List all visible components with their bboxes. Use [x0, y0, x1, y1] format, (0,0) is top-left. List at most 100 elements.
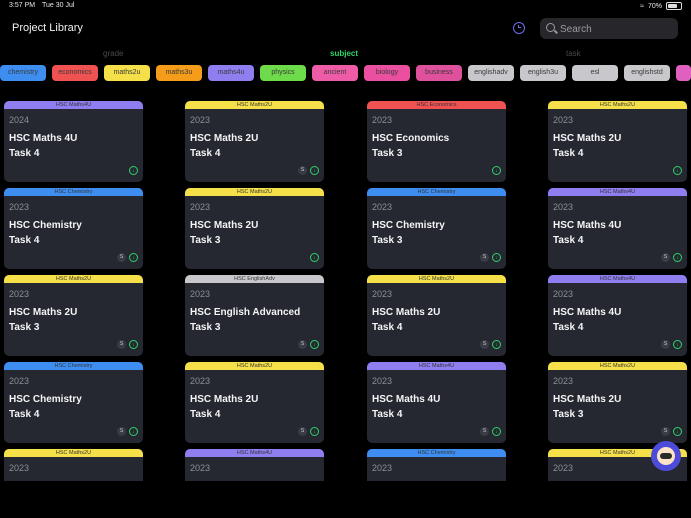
battery-icon: [666, 2, 682, 10]
subject-tag: HSC Maths2U: [548, 101, 687, 109]
shared-s-icon[interactable]: S: [480, 253, 489, 262]
card-task-name: Task 4: [9, 148, 40, 159]
card-title: HSC Maths 2U Task 3: [553, 392, 621, 422]
chip-maths4u[interactable]: maths4u: [208, 65, 254, 81]
card-year: 2023: [372, 376, 393, 386]
card-year: 2023: [9, 289, 30, 299]
shared-s-icon[interactable]: S: [298, 427, 307, 436]
chip-economics[interactable]: economics: [52, 65, 98, 81]
project-card[interactable]: HSC Maths2U 2023 HSC Maths 2U Task 3 S ↓: [4, 275, 143, 356]
shared-s-icon[interactable]: S: [298, 166, 307, 175]
card-subject-name: HSC Economics: [372, 133, 450, 144]
download-icon[interactable]: ↓: [310, 427, 319, 436]
project-card[interactable]: HSC Chemistry 2023 HSC Chemistry Task 3 S ↓: [367, 188, 506, 269]
bottom-area: [0, 481, 691, 518]
download-icon[interactable]: ↓: [310, 166, 319, 175]
chip-esl[interactable]: esl: [572, 65, 618, 81]
shared-s-icon[interactable]: S: [298, 340, 307, 349]
project-card[interactable]: HSC Maths4U 2024 HSC Maths 4U Task 4 ↓: [4, 101, 143, 182]
project-card[interactable]: HSC Maths2U 2023 HSC Maths 2U Task 3 ↓: [185, 188, 324, 269]
project-card[interactable]: HSC Maths2U 2023 HSC Maths 2U Task 3 S ↓: [548, 362, 687, 443]
battery-percent: 70%: [647, 2, 662, 10]
download-icon[interactable]: ↓: [310, 340, 319, 349]
project-card[interactable]: HSC Economics 2023 HSC Economics Task 3 ↓: [367, 101, 506, 182]
download-icon[interactable]: ↓: [129, 340, 138, 349]
subject-tag: HSC Chemistry: [367, 188, 506, 196]
card-title: HSC Maths 4U Task 4: [553, 218, 621, 248]
project-card[interactable]: HSC Chemistry 2023: [367, 449, 506, 481]
download-icon[interactable]: ↓: [310, 253, 319, 262]
card-year: 2024: [9, 115, 30, 125]
card-task-name: Task 4: [190, 409, 221, 420]
chip-physics[interactable]: physics: [260, 65, 306, 81]
project-card[interactable]: HSC Maths2U 2023 HSC Maths 2U Task 4 S ↓: [367, 275, 506, 356]
profile-avatar[interactable]: [651, 441, 681, 471]
chip-englishstd[interactable]: englishstd: [624, 65, 670, 81]
project-card[interactable]: HSC EnglishAdv 2023 HSC English Advanced Ta…: [185, 275, 324, 356]
chip-englishadv[interactable]: englishadv: [468, 65, 514, 81]
shared-s-icon[interactable]: S: [661, 340, 670, 349]
card-year: 2023: [190, 115, 211, 125]
card-title: HSC Maths 2U Task 4: [190, 131, 258, 161]
project-card[interactable]: HSC Maths4U 2023: [185, 449, 324, 481]
download-icon[interactable]: ↓: [673, 166, 682, 175]
download-icon[interactable]: ↓: [129, 427, 138, 436]
download-icon[interactable]: ↓: [129, 253, 138, 262]
segment-subject[interactable]: subject: [330, 49, 358, 58]
card-year: 2023: [372, 115, 393, 125]
chip-maths3u[interactable]: maths3u: [156, 65, 202, 81]
project-card[interactable]: HSC Chemistry 2023 HSC Chemistry Task 4 S ↓: [4, 362, 143, 443]
chip-ancient[interactable]: ancient: [312, 65, 358, 81]
project-card[interactable]: HSC Maths2U 2023 HSC Maths 2U Task 4 ↓: [548, 101, 687, 182]
shared-s-icon[interactable]: S: [661, 253, 670, 262]
shared-s-icon[interactable]: S: [117, 253, 126, 262]
history-clock-icon[interactable]: [513, 22, 525, 34]
segment-grade[interactable]: grade: [103, 49, 123, 58]
project-card[interactable]: HSC Maths2U 2023 HSC Maths 2U Task 4 S ↓: [185, 362, 324, 443]
project-card[interactable]: HSC Maths4U 2023 HSC Maths 4U Task 4 S ↓: [548, 188, 687, 269]
subject-tag: HSC Maths4U: [548, 275, 687, 283]
card-task-name: Task 4: [9, 409, 40, 420]
chip-chemistry[interactable]: chemistry: [0, 65, 46, 81]
shared-s-icon[interactable]: S: [117, 427, 126, 436]
card-subject-name: HSC Maths 2U: [9, 307, 78, 318]
card-task-name: Task 4: [553, 235, 584, 246]
chip-maths2u[interactable]: maths2u: [104, 65, 150, 81]
shared-s-icon[interactable]: S: [117, 340, 126, 349]
project-card[interactable]: HSC Chemistry 2023 HSC Chemistry Task 4 S ↓: [4, 188, 143, 269]
chip-biology[interactable]: biology: [364, 65, 410, 81]
project-card[interactable]: HSC Maths2U 2023 HSC Maths 2U Task 4 S ↓: [185, 101, 324, 182]
segment-task[interactable]: task: [566, 49, 581, 58]
search-bar[interactable]: [540, 18, 678, 39]
shared-s-icon[interactable]: S: [661, 427, 670, 436]
chip-english3u[interactable]: english3u: [520, 65, 566, 81]
download-icon[interactable]: ↓: [492, 340, 501, 349]
subject-tag: HSC Chemistry: [4, 362, 143, 370]
card-task-name: Task 3: [190, 322, 221, 333]
chip-more[interactable]: [676, 65, 691, 81]
card-subject-name: HSC Chemistry: [9, 394, 82, 405]
project-card[interactable]: HSC Maths4U 2023 HSC Maths 4U Task 4 S ↓: [367, 362, 506, 443]
download-icon[interactable]: ↓: [673, 427, 682, 436]
search-input[interactable]: [558, 21, 672, 38]
download-icon[interactable]: ↓: [129, 166, 138, 175]
chip-business[interactable]: business: [416, 65, 462, 81]
project-card[interactable]: HSC Maths2U 2023: [4, 449, 143, 481]
card-task-name: Task 4: [372, 409, 403, 420]
project-card[interactable]: HSC Maths4U 2023 HSC Maths 4U Task 4 S ↓: [548, 275, 687, 356]
search-icon: [546, 23, 555, 32]
card-year: 2023: [9, 376, 30, 386]
download-icon[interactable]: ↓: [492, 166, 501, 175]
shared-s-icon[interactable]: S: [480, 340, 489, 349]
card-year: 2023: [190, 376, 211, 386]
card-task-name: Task 3: [553, 409, 584, 420]
card-task-name: Task 4: [9, 235, 40, 246]
download-icon[interactable]: ↓: [492, 253, 501, 262]
download-icon[interactable]: ↓: [673, 340, 682, 349]
status-date: Tue 30 Jul: [42, 2, 75, 9]
card-task-name: Task 4: [553, 322, 584, 333]
download-icon[interactable]: ↓: [673, 253, 682, 262]
download-icon[interactable]: ↓: [492, 427, 501, 436]
card-task-name: Task 3: [372, 148, 403, 159]
shared-s-icon[interactable]: S: [480, 427, 489, 436]
